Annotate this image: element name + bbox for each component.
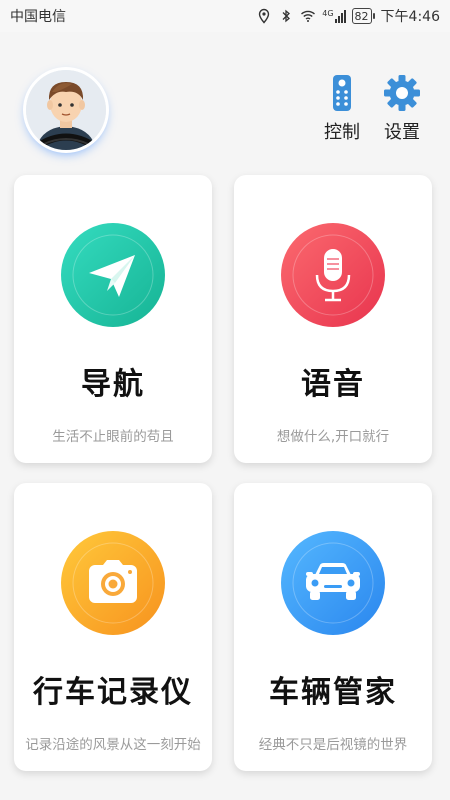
navigation-card[interactable]: 导航 生活不止眼前的苟且: [14, 175, 212, 463]
navigation-icon-circle: [61, 223, 165, 327]
network-type-label: 4G: [322, 8, 334, 18]
paper-plane-icon: [89, 255, 135, 297]
clock: 下午4:46: [380, 9, 440, 25]
location-icon: [259, 8, 270, 24]
vehicle-manager-card[interactable]: 车辆管家 经典不只是后视镜的世界: [234, 483, 432, 771]
dashcam-subtitle: 记录沿途的风景从这一刻开始: [25, 737, 201, 753]
settings-label: 设置: [384, 122, 420, 143]
avatar[interactable]: [26, 70, 106, 150]
navigation-subtitle: 生活不止眼前的苟且: [52, 429, 174, 445]
status-icons: 4G 82 下午4:46: [256, 6, 440, 26]
navigation-title: 导航: [81, 367, 145, 402]
car-icon: [306, 563, 360, 600]
driver-avatar-icon: [26, 70, 106, 150]
carrier-label: 中国电信: [10, 9, 66, 25]
control-label: 控制: [324, 122, 360, 143]
vehicle-manager-title: 车辆管家: [269, 675, 397, 710]
camera-icon: [89, 560, 137, 603]
voice-title: 语音: [301, 367, 365, 402]
status-bar: 中国电信 4G 82 下午4:46: [0, 0, 450, 32]
voice-card[interactable]: 语音 想做什么,开口就行: [234, 175, 432, 463]
voice-icon-circle: [281, 223, 385, 327]
wifi-icon: [301, 10, 316, 22]
remote-control-icon: [333, 75, 351, 111]
control-button[interactable]: 控制: [317, 74, 367, 144]
battery-indicator: 82: [351, 8, 375, 24]
battery-level: 82: [354, 9, 369, 23]
voice-subtitle: 想做什么,开口就行: [276, 429, 390, 445]
vehicle-manager-subtitle: 经典不只是后视镜的世界: [258, 737, 408, 753]
vehicle-manager-icon-circle: [281, 531, 385, 635]
microphone-icon: [315, 249, 351, 302]
bluetooth-icon: [282, 9, 291, 23]
gear-icon: [384, 75, 420, 111]
cellular-signal-icon: 4G: [322, 8, 346, 23]
dashcam-icon-circle: [61, 531, 165, 635]
settings-button[interactable]: 设置: [377, 74, 427, 144]
dashcam-card[interactable]: 行车记录仪 记录沿途的风景从这一刻开始: [14, 483, 212, 771]
dashcam-title: 行车记录仪: [33, 675, 193, 710]
